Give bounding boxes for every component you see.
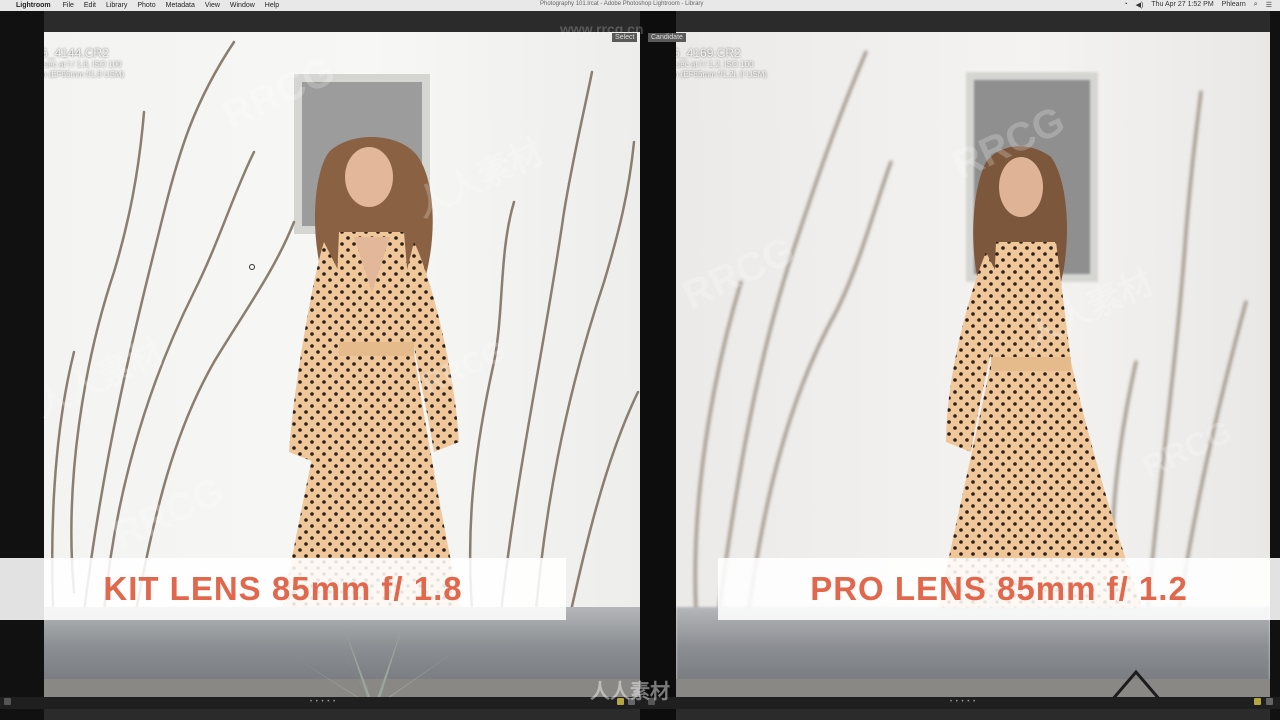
menu-view[interactable]: View bbox=[205, 2, 220, 9]
menu-edit[interactable]: Edit bbox=[84, 2, 96, 9]
menu-list-icon[interactable]: ☰ bbox=[1266, 1, 1272, 9]
candidate-filename: _MG_4169.CR2 bbox=[676, 46, 741, 60]
candidate-photo-info: _MG_4169.CR2 1/200 sec at f / 1.2, ISO 1… bbox=[676, 46, 767, 80]
flag-icon[interactable] bbox=[648, 698, 655, 705]
candidate-exposure: 1/200 sec at f / 1.2, ISO 100 bbox=[676, 60, 754, 69]
menu-photo[interactable]: Photo bbox=[137, 2, 155, 9]
search-icon[interactable]: ⌕ bbox=[1254, 1, 1258, 9]
compare-view: _MG_4144.CR2 1/125 sec at f / 1.8, ISO 1… bbox=[0, 11, 1280, 720]
select-lens: 85 mm (EF85mm f/1.8 USM) bbox=[44, 70, 125, 79]
agave-plant bbox=[294, 617, 454, 707]
app-menu[interactable]: Lightroom bbox=[16, 2, 51, 9]
pick-icon[interactable] bbox=[1254, 698, 1261, 705]
wifi-icon[interactable]: ◔ bbox=[1123, 1, 1127, 9]
select-photo-info: _MG_4144.CR2 1/125 sec at f / 1.8, ISO 1… bbox=[44, 46, 124, 80]
close-icon[interactable] bbox=[628, 698, 635, 705]
star-rating-candidate[interactable]: • • • • • bbox=[950, 699, 976, 705]
select-badge: Select bbox=[612, 33, 638, 42]
kit-lens-caption: KIT LENS 85mm f/ 1.8 bbox=[0, 558, 566, 620]
menu-window[interactable]: Window bbox=[230, 2, 255, 9]
menu-metadata[interactable]: Metadata bbox=[166, 2, 195, 9]
mouse-cursor bbox=[249, 264, 255, 270]
compare-divider bbox=[640, 11, 676, 720]
volume-icon[interactable]: ◀) bbox=[1136, 1, 1144, 9]
window-title: Photography 101.lrcat - Adobe Photoshop … bbox=[540, 1, 704, 7]
pro-lens-caption: PRO LENS 85mm f/ 1.2 bbox=[718, 558, 1280, 620]
pick-icon[interactable] bbox=[617, 698, 624, 705]
compare-toolbar: • • • • • • • • • • bbox=[0, 697, 1280, 709]
clock[interactable]: Thu Apr 27 1:52 PM bbox=[1151, 1, 1213, 9]
select-exposure: 1/125 sec at f / 1.8, ISO 100 bbox=[44, 60, 122, 69]
status-area: ◔ ◀) Thu Apr 27 1:52 PM Phlearn ⌕ ☰ bbox=[1123, 1, 1272, 9]
menu-library[interactable]: Library bbox=[106, 2, 127, 9]
star-rating-select[interactable]: • • • • • bbox=[310, 699, 336, 705]
candidate-lens: 85 mm (EF85mm f/1.2L II USM) bbox=[676, 70, 768, 79]
flag-icon[interactable] bbox=[4, 698, 11, 705]
select-filename: _MG_4144.CR2 bbox=[44, 46, 109, 60]
user-name[interactable]: Phlearn bbox=[1222, 1, 1246, 9]
menu-help[interactable]: Help bbox=[265, 2, 279, 9]
menu-file[interactable]: File bbox=[63, 2, 74, 9]
menu-bar: Lightroom File Edit Library Photo Metada… bbox=[0, 0, 1280, 11]
close-icon[interactable] bbox=[1266, 698, 1273, 705]
candidate-badge: Candidate bbox=[648, 33, 686, 42]
